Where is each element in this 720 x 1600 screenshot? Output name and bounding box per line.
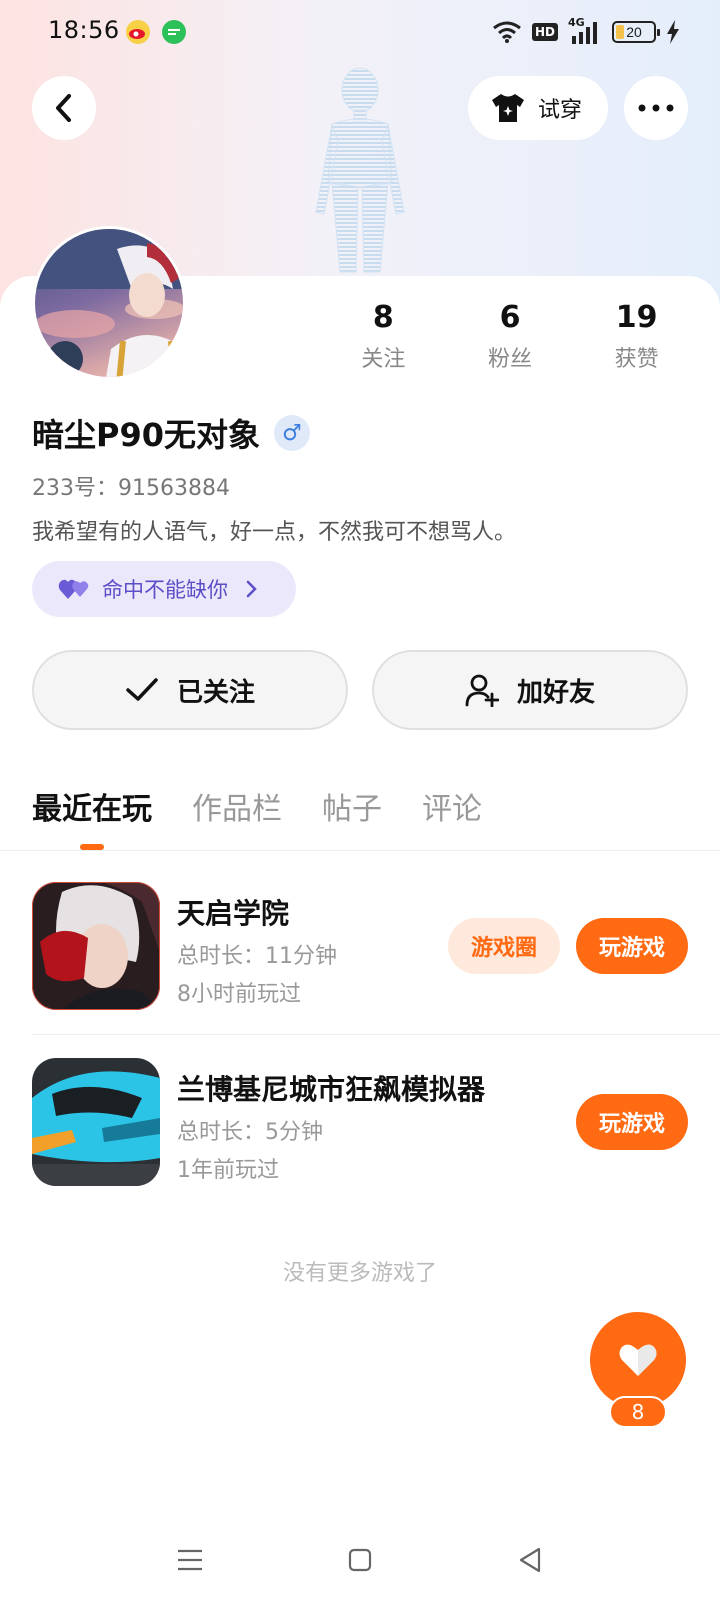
likes-count: 19 — [615, 300, 658, 335]
user-avatar[interactable] — [32, 226, 186, 380]
username-row: 暗尘P90无对象 ♂ — [32, 410, 310, 456]
cell-signal-icon: 4G — [568, 16, 602, 46]
game-duration: 总时长：5分钟 — [177, 1120, 323, 1145]
following-count: 8 — [372, 300, 394, 335]
status-time: 18:56 — [48, 16, 120, 44]
home-nav-button[interactable] — [340, 1540, 380, 1580]
hd-badge: HD — [531, 23, 558, 41]
play-game-button[interactable]: 玩游戏 — [576, 1094, 688, 1150]
triangle-back-icon — [519, 1547, 541, 1573]
no-more-games-text: 没有更多游戏了 — [282, 1261, 437, 1286]
following-stat[interactable]: 8 关注 — [320, 300, 447, 373]
like-button[interactable] — [590, 1312, 686, 1408]
menu-nav-button[interactable] — [170, 1540, 210, 1580]
like-count-badge: 8 — [609, 1396, 667, 1428]
tab-works[interactable]: 作品栏 — [192, 784, 282, 828]
user-bio: 我希望有的人语气，好一点，不然我可不想骂人。 — [32, 520, 517, 545]
checkmark-icon — [126, 678, 158, 701]
game-duration: 总时长：11分钟 — [177, 944, 337, 969]
status-indicators: HD 4G 20 — [492, 14, 680, 50]
status-bar: 18:56 HD 4G 20 — [0, 0, 720, 64]
weibo-icon — [126, 20, 150, 44]
more-options-button[interactable] — [624, 76, 688, 140]
heart-icon — [619, 1344, 657, 1376]
tabs-divider — [0, 850, 720, 851]
tab-posts[interactable]: 帖子 — [322, 784, 382, 828]
battery-level: 20 — [626, 24, 642, 40]
followers-label: 粉丝 — [488, 347, 533, 372]
game-icon-tianqi-academy[interactable] — [32, 882, 160, 1010]
followers-count: 6 — [499, 300, 521, 335]
tshirt-sparkle-icon — [492, 94, 524, 122]
game-icon-lamborghini[interactable] — [32, 1058, 160, 1186]
add-user-icon — [465, 674, 499, 707]
wifi-icon — [493, 21, 521, 43]
tab-comments[interactable]: 评论 — [422, 784, 482, 828]
tab-recently-played[interactable]: 最近在玩 — [32, 784, 152, 828]
avatar-illustration — [35, 229, 183, 377]
try-on-button[interactable]: 试穿 — [468, 76, 608, 140]
game-circle-button[interactable]: 游戏圈 — [448, 918, 560, 974]
add-friend-button[interactable]: 加好友 — [372, 650, 688, 730]
play-game-button[interactable]: 玩游戏 — [576, 918, 688, 974]
add-friend-label: 加好友 — [516, 677, 595, 708]
likes-label: 获赞 — [614, 347, 659, 372]
square-home-icon — [348, 1548, 372, 1572]
back-nav-button[interactable] — [510, 1540, 550, 1580]
following-label: 关注 — [361, 347, 406, 372]
game-row[interactable]: 天启学院 总时长：11分钟 8小时前玩过 游戏圈 玩游戏 — [32, 882, 688, 1012]
charging-icon — [667, 20, 679, 44]
followed-button[interactable]: 已关注 — [32, 650, 348, 730]
back-button[interactable] — [32, 76, 96, 140]
battery-icon: 20 — [612, 21, 660, 43]
game-title: 天启学院 — [177, 897, 290, 930]
double-heart-icon — [58, 579, 89, 599]
try-on-label: 试穿 — [538, 98, 583, 123]
likes-stat[interactable]: 19 获赞 — [573, 300, 700, 373]
avatar-figure-image — [315, 67, 405, 273]
followers-stat[interactable]: 6 粉丝 — [447, 300, 574, 373]
relationship-tag-label: 命中不能缺你 — [102, 578, 228, 602]
message-app-icon — [162, 20, 186, 44]
game-last-played: 8小时前玩过 — [177, 982, 301, 1007]
username: 暗尘P90无对象 — [32, 416, 260, 454]
profile-screen: 18:56 HD 4G 20 试穿 8 关注 6 粉丝 19 获赞 暗尘P90无… — [0, 0, 720, 1600]
profile-stats: 8 关注 6 粉丝 19 获赞 — [320, 300, 700, 373]
row-divider — [32, 1034, 720, 1035]
game-last-played: 1年前玩过 — [177, 1158, 279, 1183]
game-title: 兰博基尼城市狂飙模拟器 — [177, 1073, 486, 1106]
profile-tabs: 最近在玩 作品栏 帖子 评论 — [32, 784, 482, 828]
menu-lines-icon — [178, 1549, 202, 1571]
more-dots-icon — [638, 104, 674, 112]
relationship-tag-button[interactable]: 命中不能缺你 — [32, 561, 296, 617]
system-nav-bar — [0, 1520, 720, 1600]
male-gender-icon: ♂ — [274, 415, 310, 451]
followed-label: 已关注 — [176, 677, 255, 708]
user-id: 233号：91563884 — [32, 476, 230, 501]
game-row[interactable]: 兰博基尼城市狂飙模拟器 总时长：5分钟 1年前玩过 玩游戏 — [32, 1058, 688, 1188]
chevron-right-icon — [246, 580, 257, 598]
back-arrow-icon — [56, 94, 71, 122]
